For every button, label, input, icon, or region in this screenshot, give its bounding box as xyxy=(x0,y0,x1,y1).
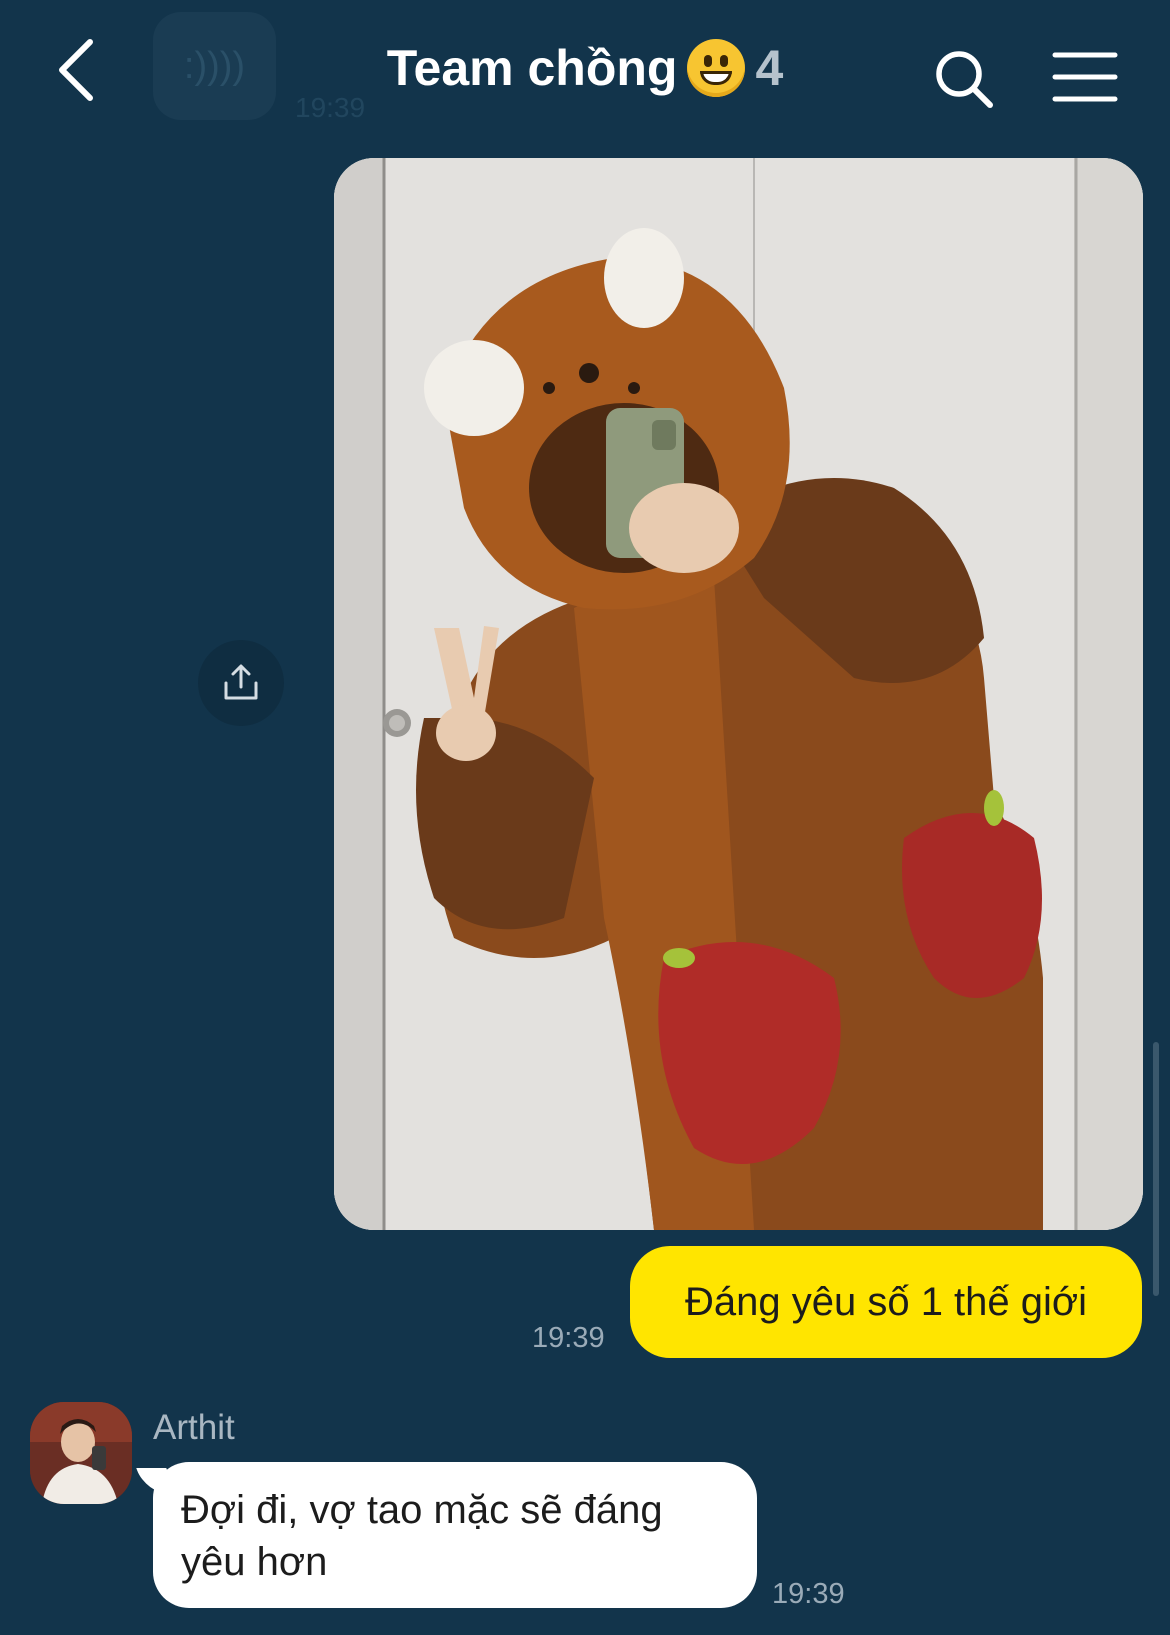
photo-message[interactable] xyxy=(334,158,1143,1230)
chat-header: :)))) 19:39 Team chồng 4 xyxy=(0,0,1170,140)
hamburger-menu-icon xyxy=(1052,52,1118,102)
chat-title-text: Team chồng xyxy=(386,40,678,96)
grinning-face-emoji-icon xyxy=(687,38,746,97)
avatar-photo-image xyxy=(30,1402,132,1504)
incoming-message-time: 19:39 xyxy=(772,1578,845,1610)
share-upload-icon xyxy=(224,664,258,700)
incoming-message-bubble[interactable]: Đợi đi, vợ tao mặc sẽ đáng yêu hơn xyxy=(153,1462,757,1608)
search-icon xyxy=(936,51,993,108)
outgoing-message-text: Đáng yêu số 1 thế giới xyxy=(684,1280,1088,1324)
member-count: 4 xyxy=(755,40,784,96)
costume-photo-image xyxy=(334,158,1143,1230)
menu-button[interactable] xyxy=(1052,50,1118,104)
outgoing-message-time: 19:39 xyxy=(532,1322,605,1354)
sender-avatar[interactable] xyxy=(30,1402,132,1504)
sender-name: Arthit xyxy=(153,1408,235,1447)
incoming-message-text: Đợi đi, vợ tao mặc sẽ đáng yêu hơn xyxy=(181,1488,663,1584)
scrollbar[interactable] xyxy=(1153,1042,1159,1296)
outgoing-message-bubble[interactable]: Đáng yêu số 1 thế giới xyxy=(630,1246,1142,1358)
search-button[interactable] xyxy=(930,45,1000,115)
share-button[interactable] xyxy=(198,640,284,726)
